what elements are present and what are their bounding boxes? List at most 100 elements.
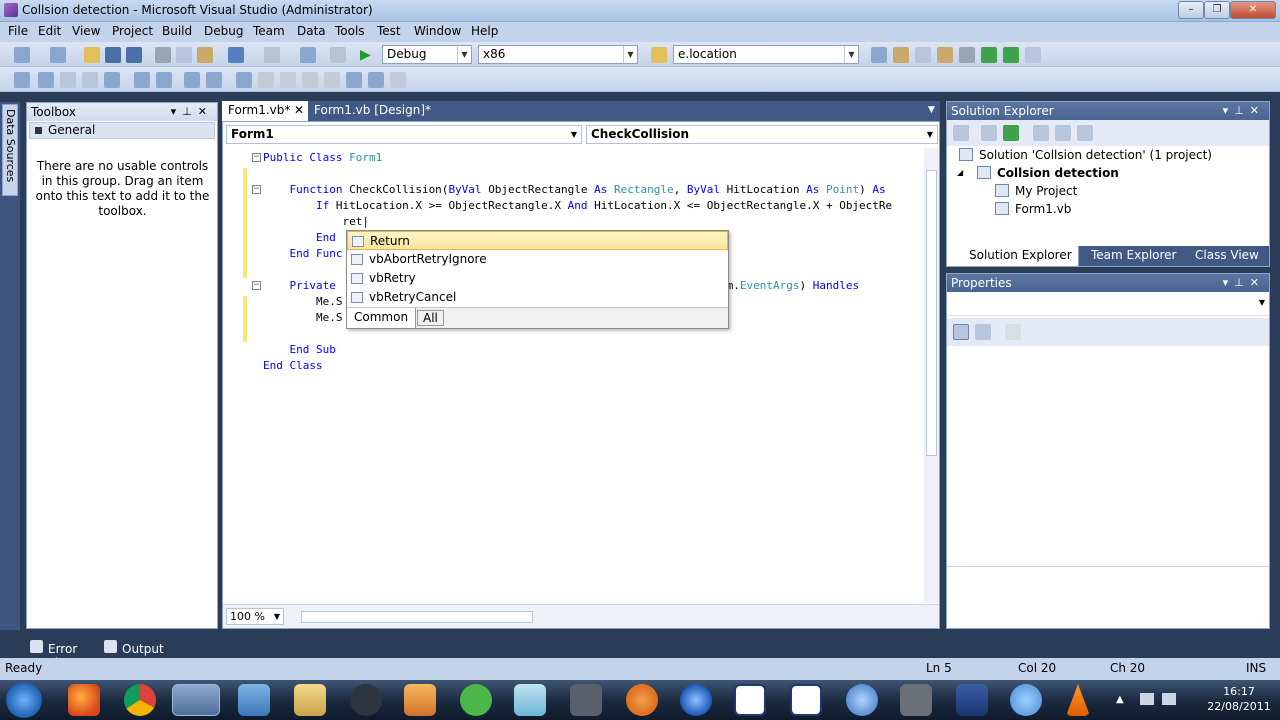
expand-arrow-icon[interactable]: ◢: [957, 164, 963, 182]
completion-item[interactable]: Return: [347, 231, 728, 250]
properties-object-select[interactable]: ▼: [947, 294, 1269, 316]
tray-expand-icon[interactable]: ▲: [1116, 694, 1124, 705]
add-item-icon[interactable]: [50, 47, 66, 63]
data-sources-tab[interactable]: Data Sources: [2, 104, 18, 196]
notes-icon[interactable]: [514, 684, 546, 716]
indent-icon[interactable]: [156, 72, 172, 88]
toolbox-icon[interactable]: [937, 47, 953, 63]
save-icon[interactable]: [105, 47, 121, 63]
vertical-scrollbar[interactable]: [924, 148, 939, 603]
menu-build[interactable]: Build: [162, 24, 192, 38]
object-browser-icon[interactable]: [915, 47, 931, 63]
navigate-icon[interactable]: [300, 47, 316, 63]
class-diagram-icon[interactable]: [1077, 125, 1093, 141]
view-code-icon[interactable]: [1033, 125, 1049, 141]
code-line[interactable]: End: [263, 230, 342, 246]
itunes-icon[interactable]: [846, 684, 878, 716]
chevron-down-icon[interactable]: ▼: [922, 101, 938, 121]
property-pages-icon[interactable]: [1005, 324, 1021, 340]
properties-icon[interactable]: [953, 125, 969, 141]
new-project-icon[interactable]: [14, 47, 30, 63]
minimize-button[interactable]: –: [1178, 1, 1204, 19]
menu-team[interactable]: Team: [253, 24, 285, 38]
explorer-icon[interactable]: [294, 684, 326, 716]
blender-icon[interactable]: [626, 684, 658, 716]
start-debugging-icon[interactable]: ▶: [360, 47, 376, 63]
close-button[interactable]: ✕: [1230, 1, 1276, 19]
media-player-icon[interactable]: [404, 684, 436, 716]
save-all-icon[interactable]: [126, 47, 142, 63]
tree-form1-vb[interactable]: Form1.vb: [995, 200, 1071, 218]
code-line[interactable]: If HitLocation.X >= ObjectRectangle.X An…: [263, 198, 892, 214]
spotify-icon[interactable]: [460, 684, 492, 716]
method-name-select[interactable]: CheckCollision ▼: [586, 125, 938, 144]
code-area[interactable]: − − − Public Class Form1 Function CheckC…: [223, 150, 929, 604]
tree-project[interactable]: ◢ Collsion detection: [957, 164, 1119, 182]
properties-icon[interactable]: [893, 47, 909, 63]
next-in-folder-icon[interactable]: [324, 72, 340, 88]
class-name-select[interactable]: Form1 ▼: [226, 125, 582, 144]
menu-edit[interactable]: Edit: [38, 24, 61, 38]
google-earth-icon[interactable]: [680, 684, 712, 716]
tab-class-view[interactable]: Class View: [1189, 248, 1259, 262]
tab-solution-explorer[interactable]: Solution Explorer: [947, 246, 1079, 266]
menu-data[interactable]: Data: [297, 24, 326, 38]
next-bookmark-icon[interactable]: [280, 72, 296, 88]
tree-my-project[interactable]: My Project: [995, 182, 1077, 200]
extension-icon[interactable]: [1003, 47, 1019, 63]
platform-select[interactable]: x86 ▼: [478, 45, 638, 64]
open-folder-icon[interactable]: [84, 47, 100, 63]
panel-controls[interactable]: ▾⊥✕: [1223, 102, 1265, 120]
app-icon[interactable]: [956, 684, 988, 716]
next-in-document-icon[interactable]: [368, 72, 384, 88]
configuration-select[interactable]: Debug ▼: [382, 45, 472, 64]
panel-controls[interactable]: ▾⊥✕: [1223, 274, 1265, 292]
steam-icon[interactable]: [350, 684, 382, 716]
tree-solution[interactable]: Solution 'Collsion detection' (1 project…: [959, 146, 1212, 164]
network-icon[interactable]: [1140, 693, 1154, 705]
code-line[interactable]: Function CheckCollision(ByVal ObjectRect…: [263, 182, 885, 198]
tool-icon[interactable]: [570, 684, 602, 716]
tools-icon[interactable]: [959, 47, 975, 63]
tab-form1-design[interactable]: Form1.vb [Design]*: [308, 101, 458, 121]
alphabetical-icon[interactable]: [975, 324, 991, 340]
code-line[interactable]: End Func: [263, 246, 342, 262]
messenger-icon[interactable]: [238, 684, 270, 716]
volume-icon[interactable]: [1162, 693, 1176, 705]
paste-icon[interactable]: [197, 47, 213, 63]
visual-studio-task-icon[interactable]: [172, 684, 220, 716]
complete-word-icon[interactable]: [82, 72, 98, 88]
toolbox-group-general[interactable]: General: [29, 122, 215, 139]
show-all-files-icon[interactable]: [981, 125, 997, 141]
bookmark-folder-icon[interactable]: [302, 72, 318, 88]
refresh-icon[interactable]: [1003, 125, 1019, 141]
paint-icon[interactable]: [1010, 684, 1042, 716]
find-in-files-icon[interactable]: [651, 47, 667, 63]
tab-common[interactable]: Common: [347, 308, 417, 328]
code-line[interactable]: Me.S: [263, 310, 343, 326]
undo-icon[interactable]: [228, 47, 244, 63]
menu-project[interactable]: Project: [112, 24, 153, 38]
list-members-icon[interactable]: [14, 72, 30, 88]
collapse-icon[interactable]: −: [252, 153, 261, 162]
categorized-icon[interactable]: [953, 324, 969, 340]
comment-icon[interactable]: [184, 72, 200, 88]
horizontal-scroll-thumb[interactable]: [301, 611, 533, 623]
panel-controls[interactable]: ▾⊥✕: [171, 103, 213, 121]
solution-explorer-icon[interactable]: [871, 47, 887, 63]
prev-bookmark-icon[interactable]: [258, 72, 274, 88]
quick-info-icon[interactable]: [60, 72, 76, 88]
collapse-icon[interactable]: −: [252, 185, 261, 194]
completion-item[interactable]: vbRetry: [347, 269, 728, 288]
start-button[interactable]: [6, 682, 42, 718]
vlc-icon[interactable]: [1066, 684, 1090, 716]
maximize-button[interactable]: ❐: [1204, 1, 1230, 19]
menu-window[interactable]: Window: [414, 24, 461, 38]
menu-view[interactable]: View: [72, 24, 100, 38]
window-icon[interactable]: [734, 684, 766, 716]
menu-test[interactable]: Test: [377, 24, 401, 38]
code-line[interactable]: Public Class Form1: [263, 150, 382, 166]
forward-icon[interactable]: [330, 47, 346, 63]
code-line[interactable]: End Sub: [263, 342, 335, 358]
cut-icon[interactable]: [155, 47, 171, 63]
